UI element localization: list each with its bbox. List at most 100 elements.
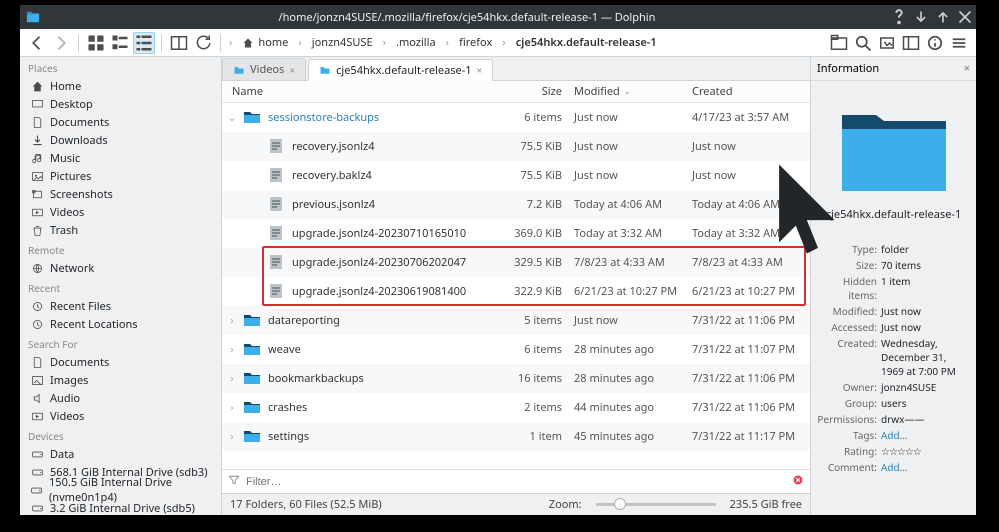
- info-field: Accessed:Just now: [811, 319, 976, 335]
- sidebar-item-label: Screenshots: [50, 187, 113, 202]
- file-row[interactable]: ›weave6 items28 minutes ago7/31/22 at 11…: [222, 335, 810, 364]
- devices-heading: Devices: [20, 425, 221, 445]
- sidebar-item[interactable]: Videos: [20, 203, 221, 221]
- file-icon: [266, 223, 286, 243]
- forward-button[interactable]: [50, 32, 72, 54]
- search-icon[interactable]: [852, 32, 874, 54]
- col-name[interactable]: Name: [222, 84, 504, 99]
- breadcrumb-segment[interactable]: .mozilla: [390, 33, 442, 52]
- app-icon: [24, 8, 42, 26]
- drive-icon: [30, 483, 43, 497]
- expand-toggle[interactable]: ›: [222, 400, 242, 415]
- filter-input[interactable]: [246, 476, 786, 488]
- info-value[interactable]: Add…: [881, 460, 970, 474]
- file-row[interactable]: ›bookmarkbackups16 items28 minutes ago7/…: [222, 364, 810, 393]
- file-row[interactable]: ›settings1 item45 minutes ago7/31/22 at …: [222, 422, 810, 451]
- clock-icon: [30, 299, 44, 313]
- breadcrumb-segment[interactable]: jonzn4SUSE: [306, 33, 379, 52]
- help-icon[interactable]: [888, 6, 910, 28]
- maximize-button[interactable]: [932, 6, 954, 28]
- sidebar-item[interactable]: Recent Files: [20, 297, 221, 315]
- col-modified[interactable]: Modified⌄: [574, 84, 692, 99]
- sidebar-item[interactable]: Recent Locations: [20, 315, 221, 333]
- file-list[interactable]: ⌄sessionstore-backups6 itemsJust now4/17…: [222, 103, 810, 469]
- info-field: Group:users: [811, 395, 976, 411]
- file-row[interactable]: recovery.jsonlz475.5 KiBJust nowJust now: [222, 132, 810, 161]
- back-button[interactable]: [26, 32, 48, 54]
- sidebar-item[interactable]: Desktop: [20, 95, 221, 113]
- file-name: upgrade.jsonlz4-20230619081400: [292, 284, 504, 299]
- split-button[interactable]: [168, 32, 190, 54]
- sidebar-item[interactable]: Screenshots: [20, 185, 221, 203]
- file-row[interactable]: previous.jsonlz47.2 KiBToday at 4:06 AMT…: [222, 190, 810, 219]
- file-row[interactable]: upgrade.jsonlz4-20230619081400322.9 KiB6…: [222, 277, 810, 306]
- close-tab-icon[interactable]: ×: [477, 63, 483, 77]
- folder-icon: [242, 339, 262, 359]
- sidebar-item[interactable]: Documents: [20, 353, 221, 371]
- file-size: 7.2 KiB: [504, 197, 574, 212]
- info-field: Owner:jonzn4SUSE: [811, 379, 976, 395]
- file-size: 5 items: [504, 313, 574, 328]
- file-row[interactable]: ›datareporting5 itemsJust now7/31/22 at …: [222, 306, 810, 335]
- sidebar-item[interactable]: Data: [20, 445, 221, 463]
- hamburger-menu-icon[interactable]: [948, 32, 970, 54]
- col-size[interactable]: Size: [504, 84, 574, 99]
- close-button[interactable]: [954, 6, 976, 28]
- zoom-slider[interactable]: [596, 503, 716, 506]
- expand-toggle[interactable]: ›: [222, 342, 242, 357]
- file-row[interactable]: ›crashes2 items44 minutes ago7/31/22 at …: [222, 393, 810, 422]
- sidebar-item-label: Desktop: [50, 97, 93, 112]
- breadcrumb-segment[interactable]: firefox: [453, 33, 498, 52]
- new-tab-icon[interactable]: [828, 32, 850, 54]
- sidebar-item[interactable]: Pictures: [20, 167, 221, 185]
- clear-filter-icon[interactable]: [792, 474, 804, 490]
- expand-toggle[interactable]: ›: [222, 429, 242, 444]
- slider-thumb[interactable]: [614, 498, 626, 510]
- close-panel-icon[interactable]: ×: [964, 61, 970, 76]
- expand-toggle[interactable]: ›: [222, 371, 242, 386]
- file-row[interactable]: upgrade.jsonlz4-20230710165010369.0 KiBT…: [222, 219, 810, 248]
- close-tab-icon[interactable]: ×: [289, 63, 295, 77]
- sidebar-item[interactable]: Videos: [20, 407, 221, 425]
- file-size: 75.5 KiB: [504, 168, 574, 183]
- sidebar-item[interactable]: 150.5 GiB Internal Drive (nvme0n1p4): [20, 481, 221, 499]
- breadcrumb-home[interactable]: home: [236, 33, 294, 52]
- file-created: 7/31/22 at 11:06 PM: [692, 400, 810, 415]
- expand-toggle[interactable]: ›: [222, 313, 242, 328]
- sidebar-item-label: Pictures: [50, 169, 91, 184]
- refresh-button[interactable]: [192, 32, 214, 54]
- file-row[interactable]: recovery.baklz475.5 KiBJust nowJust now: [222, 161, 810, 190]
- file-modified: 28 minutes ago: [574, 371, 692, 386]
- tab[interactable]: Videos×: [222, 58, 306, 80]
- sidebar-item[interactable]: Trash: [20, 221, 221, 239]
- breadcrumb-current[interactable]: cje54hkx.default-release-1: [510, 33, 663, 52]
- sidebar-item[interactable]: Home: [20, 77, 221, 95]
- file-icon: [266, 252, 286, 272]
- info-value[interactable]: Add…: [881, 428, 970, 442]
- compact-view-button[interactable]: [109, 32, 131, 54]
- info-key: Accessed:: [817, 320, 881, 334]
- info-field: Tags:Add…: [811, 427, 976, 443]
- sidebar-item[interactable]: Audio: [20, 389, 221, 407]
- info-icon[interactable]: [924, 32, 946, 54]
- sidebar-item[interactable]: Documents: [20, 113, 221, 131]
- sidebar-item[interactable]: Images: [20, 371, 221, 389]
- sidebar-item[interactable]: Network: [20, 259, 221, 277]
- icons-view-button[interactable]: [85, 32, 107, 54]
- sidebar-item-label: Trash: [50, 223, 78, 238]
- col-created[interactable]: Created: [692, 84, 810, 99]
- info-key: Rating:: [817, 444, 881, 458]
- info-value: Wednesday, December 31, 1969 at 7:00 PM: [881, 336, 970, 378]
- sidebar-item[interactable]: Downloads: [20, 131, 221, 149]
- preview-icon[interactable]: [876, 32, 898, 54]
- panels-icon[interactable]: [900, 32, 922, 54]
- minimize-button[interactable]: [910, 6, 932, 28]
- tab[interactable]: cje54hkx.default-release-1×: [308, 59, 493, 81]
- details-view-button[interactable]: [133, 32, 155, 54]
- sidebar-item[interactable]: Music: [20, 149, 221, 167]
- expand-toggle[interactable]: ⌄: [222, 110, 242, 125]
- info-key: Owner:: [817, 380, 881, 394]
- file-row[interactable]: ⌄sessionstore-backups6 itemsJust now4/17…: [222, 103, 810, 132]
- file-row[interactable]: upgrade.jsonlz4-20230706202047329.5 KiB7…: [222, 248, 810, 277]
- drive-icon: [30, 465, 44, 479]
